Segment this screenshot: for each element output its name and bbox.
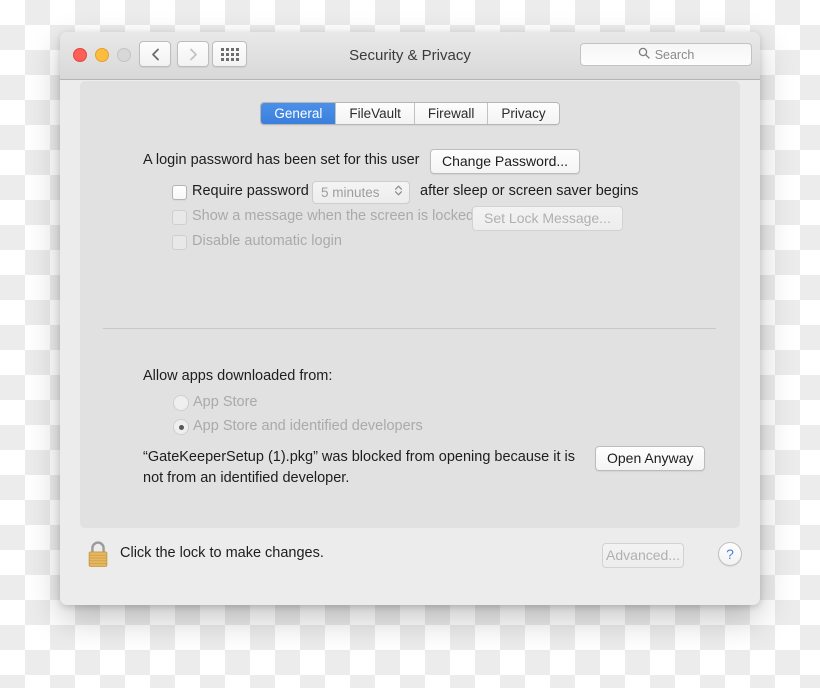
show-lock-message-label: Show a message when the screen is locked [192,208,475,224]
window-titlebar: Security & Privacy Search [60,32,760,80]
tab-general[interactable]: General [261,103,337,124]
tab-firewall[interactable]: Firewall [414,103,489,124]
search-placeholder: Search [654,47,695,62]
tab-bar: General FileVault Firewall Privacy [80,102,740,125]
disable-automatic-login-label: Disable automatic login [192,233,342,249]
open-anyway-button[interactable]: Open Anyway [595,446,706,471]
security-privacy-window: Security & Privacy Search General FileVa… [60,32,760,605]
tab-privacy[interactable]: Privacy [488,103,559,124]
show-lock-message-checkbox[interactable] [172,210,187,225]
lock-hint-text: Click the lock to make changes. [120,545,324,561]
help-button[interactable]: ? [718,542,742,566]
require-password-checkbox[interactable] [172,185,187,200]
login-password-status: A login password has been set for this u… [143,152,420,168]
section-divider [103,328,716,329]
radio-app-store-label: App Store [193,394,258,410]
blocked-app-message-line1: “GateKeeperSetup (1).pkg” was blocked fr… [143,449,576,465]
require-password-label: Require password [192,183,309,199]
radio-app-store-and-identified-developers[interactable] [173,419,189,435]
content-panel: General FileVault Firewall Privacy A log… [80,81,740,528]
disable-automatic-login-checkbox[interactable] [172,235,187,250]
blocked-app-message-line2: not from an identified developer. [143,470,350,486]
advanced-button: Advanced... [602,543,684,568]
lock-closed-icon[interactable] [84,539,112,570]
radio-app-store-and-identified-developers-label: App Store and identified developers [193,418,423,434]
set-lock-message-button: Set Lock Message... [472,206,623,231]
change-password-button[interactable]: Change Password... [430,149,581,174]
require-password-interval-value: 5 minutes [321,185,380,200]
allow-apps-heading: Allow apps downloaded from: [143,368,333,384]
tab-filevault[interactable]: FileVault [336,103,415,124]
search-field[interactable]: Search [580,43,752,66]
radio-app-store[interactable] [173,395,189,411]
stepper-chevrons-icon [394,184,409,202]
radio-selected-dot [178,424,184,430]
search-icon [638,46,650,64]
require-password-interval-popup[interactable]: 5 minutes [312,181,410,204]
require-password-suffix: after sleep or screen saver begins [420,183,639,199]
